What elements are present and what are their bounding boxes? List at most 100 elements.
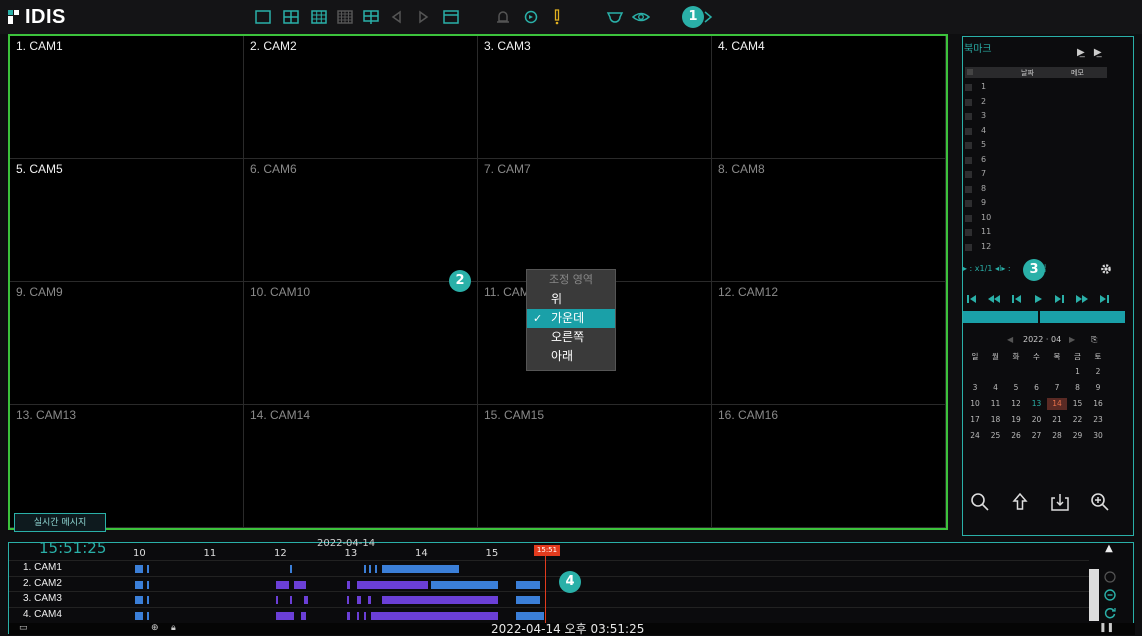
- recording-segment[interactable]: [381, 596, 499, 604]
- next-page-icon[interactable]: [414, 9, 432, 25]
- recording-segment[interactable]: [135, 611, 144, 620]
- clock-icon[interactable]: [1103, 569, 1117, 583]
- sixteen-view-icon[interactable]: [336, 9, 354, 25]
- recording-segment[interactable]: [364, 565, 367, 573]
- bookmark-row[interactable]: 12: [965, 241, 1107, 255]
- bookmark-row[interactable]: 8: [965, 183, 1107, 197]
- eye-icon[interactable]: [632, 9, 650, 25]
- calendar-day[interactable]: 24: [965, 431, 985, 440]
- calendar-day[interactable]: 8: [1068, 383, 1088, 392]
- calendar-day[interactable]: 25: [986, 431, 1006, 440]
- bookmark-checkbox[interactable]: [965, 127, 972, 135]
- custom-layout-icon[interactable]: [362, 9, 380, 25]
- fast-forward-icon[interactable]: [1075, 291, 1089, 305]
- camera-tile[interactable]: 12. CAM12: [712, 282, 946, 405]
- step-back-icon[interactable]: [1009, 291, 1023, 305]
- quad-view-icon[interactable]: [282, 9, 300, 25]
- calendar-day[interactable]: 9: [1088, 383, 1108, 392]
- playback-position-bar[interactable]: [963, 311, 1125, 323]
- menu-item-top[interactable]: 위: [527, 290, 615, 309]
- bookmark-row[interactable]: 5: [965, 139, 1107, 153]
- calendar-day[interactable]: 6: [1027, 383, 1047, 392]
- calendar-export-icon[interactable]: ⎘: [1091, 335, 1097, 345]
- dome-camera-icon[interactable]: [606, 9, 624, 25]
- camera-tile[interactable]: 1. CAM1: [10, 36, 244, 159]
- bookmark-row[interactable]: 4: [965, 125, 1107, 139]
- calendar-day[interactable]: 1: [1068, 367, 1088, 376]
- go-end-icon[interactable]: [1097, 291, 1111, 305]
- camera-tile[interactable]: 8. CAM8: [712, 159, 946, 282]
- bookmark-checkbox[interactable]: [965, 84, 972, 91]
- recording-segment[interactable]: [146, 611, 149, 620]
- camera-tile[interactable]: 9. CAM9: [10, 282, 244, 405]
- camera-tile[interactable]: 13. CAM13: [10, 405, 244, 528]
- gear-icon[interactable]: [1099, 261, 1113, 275]
- calendar-day[interactable]: 7: [1047, 383, 1067, 392]
- recording-segment[interactable]: [367, 596, 372, 604]
- recording-segment[interactable]: [135, 565, 144, 573]
- menu-item-center[interactable]: ✓ 가운데: [527, 309, 615, 328]
- recording-segment[interactable]: [293, 580, 306, 589]
- search-icon[interactable]: [969, 491, 991, 513]
- calendar-day[interactable]: 17: [965, 415, 985, 424]
- bookmark-checkbox[interactable]: [965, 229, 972, 236]
- bookmark-checkbox[interactable]: [965, 243, 972, 251]
- camera-tile[interactable]: 16. CAM16: [712, 405, 946, 528]
- recording-segment[interactable]: [276, 596, 278, 604]
- recording-segment[interactable]: [346, 596, 350, 604]
- current-time-line[interactable]: [545, 556, 546, 630]
- menu-item-right[interactable]: 오른쪽: [527, 328, 615, 347]
- camera-tile[interactable]: 14. CAM14: [244, 405, 478, 528]
- bookmark-row[interactable]: 9: [965, 197, 1107, 211]
- bookmark-checkbox[interactable]: [965, 156, 972, 164]
- calendar-day[interactable]: 28: [1047, 431, 1067, 440]
- alarm-icon[interactable]: [494, 9, 512, 25]
- prev-month-icon[interactable]: ◀: [1007, 335, 1013, 344]
- zoom-in-icon[interactable]: [1089, 491, 1111, 513]
- recording-segment[interactable]: [135, 596, 144, 604]
- calendar-day[interactable]: 23: [1088, 415, 1108, 424]
- recording-segment[interactable]: [346, 580, 351, 589]
- recording-segment[interactable]: [357, 596, 361, 604]
- recording-segment[interactable]: [146, 565, 149, 573]
- recording-segment[interactable]: [515, 611, 544, 620]
- camera-tile[interactable]: 2. CAM2: [244, 36, 478, 159]
- camera-tile[interactable]: 3. CAM3: [478, 36, 712, 159]
- bookmark-checkbox[interactable]: [965, 142, 972, 149]
- bookmark-checkbox[interactable]: [965, 200, 972, 207]
- bookmark-add-icon[interactable]: ▶̲: [1077, 47, 1085, 58]
- timeline-scrollbar[interactable]: [1089, 569, 1099, 621]
- camera-tile[interactable]: 7. CAM7: [478, 159, 712, 282]
- recording-segment[interactable]: [146, 596, 149, 604]
- timeline-row[interactable]: 2. CAM2: [9, 575, 1089, 592]
- bookmark-row[interactable]: 10: [965, 212, 1107, 226]
- timeline-row[interactable]: 3. CAM3: [9, 591, 1089, 607]
- bookmark-row[interactable]: 1: [965, 81, 1107, 95]
- window-icon[interactable]: [442, 9, 460, 25]
- calendar-day[interactable]: 11: [986, 399, 1006, 408]
- rotate-icon[interactable]: [522, 9, 540, 25]
- pause-icon[interactable]: ❚❚: [1099, 623, 1114, 633]
- prev-page-icon[interactable]: [388, 9, 406, 25]
- recording-segment[interactable]: [290, 565, 293, 573]
- bookmark-row[interactable]: 7: [965, 168, 1107, 182]
- nine-view-icon[interactable]: [310, 9, 328, 25]
- calendar-day[interactable]: 26: [1006, 431, 1026, 440]
- screen-icon[interactable]: ▭: [19, 623, 28, 633]
- upload-icon[interactable]: [1009, 491, 1031, 513]
- calendar-day[interactable]: 5: [1006, 383, 1026, 392]
- bookmark-flag-icons[interactable]: ▶̲ ▶̲: [1077, 47, 1102, 58]
- calendar-day[interactable]: 16: [1088, 399, 1108, 408]
- export-icon[interactable]: [1049, 491, 1071, 513]
- camera-tile[interactable]: 15. CAM15: [478, 405, 712, 528]
- step-forward-icon[interactable]: [1053, 291, 1067, 305]
- bookmark-row[interactable]: 2: [965, 96, 1107, 110]
- single-view-icon[interactable]: [254, 9, 272, 25]
- calendar-day[interactable]: 2: [1088, 367, 1108, 376]
- next-month-icon[interactable]: ▶: [1069, 335, 1075, 344]
- calendar-day[interactable]: 30: [1088, 431, 1108, 440]
- recording-segment[interactable]: [374, 565, 377, 573]
- bookmark-checkbox[interactable]: [965, 185, 972, 193]
- refresh-icon[interactable]: [1103, 605, 1117, 619]
- bookmark-row[interactable]: 11: [965, 226, 1107, 240]
